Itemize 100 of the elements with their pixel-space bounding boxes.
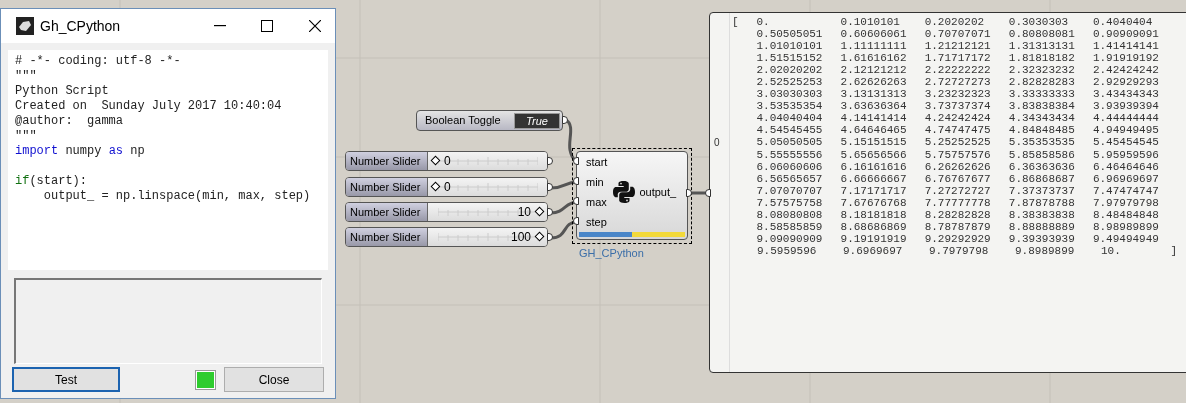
panel-value: 6.26262626 bbox=[924, 160, 992, 173]
panel-value: 0.1010101 bbox=[840, 16, 901, 29]
slider-label: Number Slider bbox=[346, 228, 428, 246]
panel-value: 1.31313131 bbox=[1008, 40, 1076, 53]
panel-value: 1.61616162 bbox=[840, 52, 908, 65]
panel-value: 1.51515152 bbox=[756, 52, 824, 65]
open-bracket: [ bbox=[731, 16, 740, 29]
toggle-label: Boolean Toggle bbox=[425, 113, 501, 129]
panel-value: 8.58585859 bbox=[756, 220, 824, 233]
panel-value: 0.4040404 bbox=[1092, 16, 1154, 29]
panel-value: 3.73737374 bbox=[924, 100, 992, 113]
panel-value: 7.37373737 bbox=[1008, 184, 1076, 197]
maximize-icon[interactable] bbox=[261, 20, 273, 32]
panel-value: 6.16161616 bbox=[840, 160, 908, 173]
panel-value: 4.44444444 bbox=[1092, 112, 1160, 125]
panel-value: 6.36363636 bbox=[1008, 160, 1076, 173]
panel-value: 1.81818182 bbox=[1008, 52, 1076, 65]
panel-value: 0.60606061 bbox=[840, 28, 908, 41]
panel-value: 9.19191919 bbox=[840, 232, 908, 245]
slider-value: 0 bbox=[444, 179, 451, 196]
panel-value: 6.56565657 bbox=[756, 172, 824, 185]
panel-value: 6.46464646 bbox=[1092, 160, 1160, 173]
panel-value: 2.72727273 bbox=[924, 76, 992, 89]
panel-value: 7.07070707 bbox=[756, 184, 824, 197]
panel-value: 9.09090909 bbox=[756, 232, 824, 245]
panel-value: 8.08080808 bbox=[756, 208, 824, 221]
panel-value: 5.85858586 bbox=[1008, 148, 1076, 161]
panel-value: 9.8989899 bbox=[1015, 244, 1076, 257]
panel-value: 0.90909091 bbox=[1092, 28, 1160, 41]
python-component[interactable]: start min max step output_ bbox=[576, 151, 688, 240]
panel-value: 9.29292929 bbox=[924, 232, 992, 245]
panel-value: 4.24242424 bbox=[924, 112, 992, 125]
app-icon bbox=[16, 17, 34, 35]
panel-value: 1.01010101 bbox=[756, 40, 824, 53]
panel-value: 8.28282828 bbox=[924, 208, 992, 221]
code-line: """ bbox=[15, 129, 38, 144]
output-grip-icon bbox=[547, 157, 553, 165]
code-line: """ bbox=[15, 69, 38, 84]
slider-thumb[interactable] bbox=[534, 231, 545, 242]
panel-value: 3.43434343 bbox=[1092, 88, 1160, 101]
number-slider[interactable]: 0 bbox=[428, 178, 547, 196]
output-grip-icon bbox=[547, 208, 553, 216]
panel-value: 2.52525253 bbox=[756, 76, 824, 89]
panel-value: 1.91919192 bbox=[1092, 52, 1160, 65]
panel-value: 9.6969697 bbox=[843, 244, 904, 257]
slider-thumb[interactable] bbox=[430, 181, 441, 192]
panel-value: 2.02020202 bbox=[756, 64, 824, 77]
panel-value: 1.21212121 bbox=[924, 40, 992, 53]
code-line: Python Script bbox=[15, 84, 110, 99]
panel-value: 5.45454545 bbox=[1092, 136, 1160, 149]
number-slider[interactable]: 0 bbox=[428, 152, 547, 170]
number-slider[interactable]: 100 bbox=[428, 228, 547, 246]
dialog-button[interactable]: Close bbox=[224, 367, 324, 392]
minimize-icon[interactable] bbox=[214, 25, 226, 27]
output-label: output_ bbox=[639, 184, 677, 200]
panel-value: 3.53535354 bbox=[756, 100, 824, 113]
panel-value: 0.3030303 bbox=[1008, 16, 1070, 29]
panel-value: 3.93939394 bbox=[1092, 100, 1160, 113]
panel-value: 1.41414141 bbox=[1092, 40, 1160, 53]
panel-value: 0.50505051 bbox=[756, 28, 824, 41]
panel-value: 6.06060606 bbox=[756, 160, 824, 173]
number-slider[interactable]: 10 bbox=[428, 203, 547, 221]
boolean-toggle[interactable]: Boolean Toggle True bbox=[416, 110, 563, 131]
panel-value: 4.74747475 bbox=[924, 124, 992, 137]
input-label: step bbox=[586, 215, 608, 230]
code-editor[interactable]: # -*- coding: utf-8 -*- """ Python Script Created on Sunday July 2017 10:40:04 @author: gamma """ import numpy as np if(start): output_ = np.linspace(min, max, step) bbox=[8, 50, 328, 270]
panel-value: 7.67676768 bbox=[840, 196, 908, 209]
panel-value: 8.88888889 bbox=[1008, 220, 1076, 233]
panel-value: 4.14141414 bbox=[840, 112, 908, 125]
code-line: Created on Sunday July 2017 10:40:04 bbox=[15, 99, 283, 114]
slider-label: Number Slider bbox=[346, 203, 428, 221]
panel-value: 4.94949495 bbox=[1092, 124, 1160, 137]
window-title: Gh_CPython bbox=[40, 16, 121, 36]
close-icon[interactable] bbox=[309, 20, 321, 32]
output-grip-icon bbox=[686, 189, 692, 197]
panel-value: 7.77777778 bbox=[924, 196, 992, 209]
input-grip-icon bbox=[573, 197, 579, 205]
slider-value: 0 bbox=[444, 153, 451, 170]
input-label: min bbox=[586, 175, 605, 190]
slider-value: 100 bbox=[510, 229, 531, 246]
input-grip-icon bbox=[573, 157, 579, 165]
panel-value: 2.92929293 bbox=[1092, 76, 1160, 89]
slider-thumb[interactable] bbox=[430, 155, 441, 166]
code-line: if(start): bbox=[15, 173, 88, 189]
panel-value: 4.04040404 bbox=[756, 112, 824, 125]
dialog-button[interactable]: Test bbox=[12, 367, 120, 392]
panel-value: 3.03030303 bbox=[756, 88, 824, 101]
panel-value: 8.98989899 bbox=[1092, 220, 1160, 233]
code-line: # -*- coding: utf-8 -*- bbox=[15, 54, 182, 69]
slider-label: Number Slider bbox=[346, 152, 428, 170]
panel-value: 0.70707071 bbox=[924, 28, 992, 41]
panel-value: 3.33333333 bbox=[1008, 88, 1076, 101]
panel-value: 3.13131313 bbox=[840, 88, 908, 101]
input-grip-icon bbox=[573, 217, 579, 225]
toggle-value: True bbox=[514, 112, 560, 129]
panel-value: 5.65656566 bbox=[840, 148, 908, 161]
slider-thumb[interactable] bbox=[534, 206, 545, 217]
code-line: output_ = np.linspace(min, max, step) bbox=[42, 189, 312, 204]
panel-value: 2.32323232 bbox=[1008, 64, 1076, 77]
panel-value: 5.25252525 bbox=[924, 136, 992, 149]
